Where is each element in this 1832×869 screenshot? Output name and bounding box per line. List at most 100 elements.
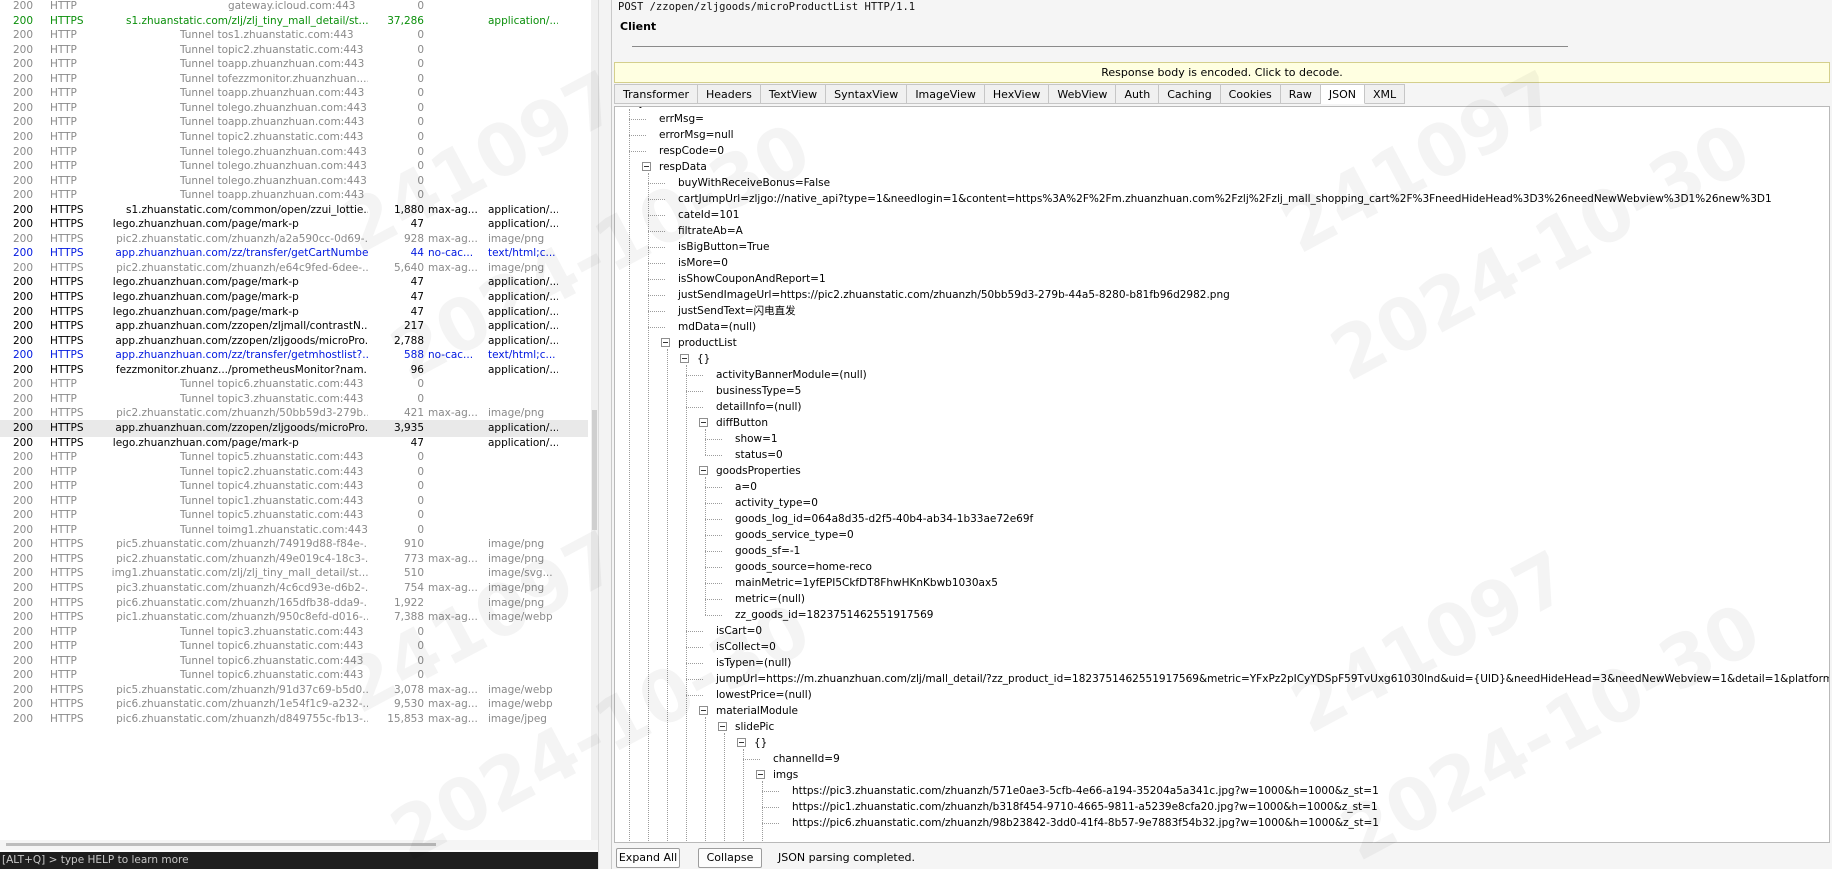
tree-connector — [705, 439, 722, 440]
json-node[interactable]: detailInfo=(null) — [716, 399, 802, 415]
json-node[interactable]: isCollect=0 — [716, 639, 776, 655]
json-node[interactable]: lowestPrice=(null) — [716, 687, 812, 703]
tree-connector — [648, 279, 665, 280]
tab-transformer[interactable]: Transformer — [614, 84, 699, 104]
collapse-toggle-icon[interactable] — [623, 106, 632, 107]
collapse-toggle-icon[interactable] — [699, 706, 708, 715]
session-body: 15,853 — [387, 712, 424, 725]
tab-auth[interactable]: Auth — [1116, 84, 1160, 104]
json-node[interactable]: https://pic6.zhuanstatic.com/zhuanzh/98b… — [792, 815, 1379, 831]
json-node[interactable]: filtrateAb=A — [678, 223, 743, 239]
json-node[interactable]: jumpUrl=https://m.zhuanzhuan.com/zlj/mal… — [716, 671, 1829, 687]
json-node[interactable]: respData — [659, 159, 707, 175]
tree-connector — [648, 327, 665, 328]
tree-connector — [648, 173, 649, 842]
json-node[interactable]: isShowCouponAndReport=1 — [678, 271, 826, 287]
scrollbar-thumb[interactable] — [6, 843, 436, 846]
collapse-toggle-icon[interactable] — [680, 354, 689, 363]
json-status-text: JSON parsing completed. — [778, 851, 915, 864]
json-node[interactable]: {} — [697, 351, 710, 367]
tab-syntaxview[interactable]: SyntaxView — [826, 84, 908, 104]
json-node[interactable]: imgs — [773, 767, 798, 783]
pane-splitter[interactable] — [598, 0, 612, 869]
tree-connector — [762, 807, 779, 808]
tree-connector — [705, 487, 722, 488]
json-node[interactable]: materialModule — [716, 703, 798, 719]
client-label: Client — [620, 20, 657, 33]
tree-connector — [762, 781, 763, 842]
json-node[interactable]: goodsProperties — [716, 463, 801, 479]
json-node[interactable]: goods_sf=-1 — [735, 543, 800, 559]
json-node[interactable]: goods_source=home-reco — [735, 559, 872, 575]
json-node[interactable]: mdData=(null) — [678, 319, 756, 335]
collapse-toggle-icon[interactable] — [642, 162, 651, 171]
tab-caching[interactable]: Caching — [1159, 84, 1221, 104]
expand-all-button[interactable]: Expand All — [616, 848, 680, 868]
json-node[interactable]: {} — [754, 735, 767, 751]
json-node[interactable]: businessType=5 — [716, 383, 801, 399]
tab-headers[interactable]: Headers — [698, 84, 761, 104]
json-node[interactable]: isBigButton=True — [678, 239, 769, 255]
collapse-toggle-icon[interactable] — [699, 466, 708, 475]
json-node[interactable]: goods_service_type=0 — [735, 527, 854, 543]
json-node[interactable]: justSendText=闪电直发 — [678, 303, 796, 319]
json-node[interactable]: channelId=9 — [773, 751, 840, 767]
collapse-button[interactable]: Collapse — [698, 848, 762, 868]
tab-textview[interactable]: TextView — [760, 84, 827, 104]
json-node[interactable]: diffButton — [716, 415, 768, 431]
quickexec-box[interactable]: [ALT+Q] > type HELP to learn more — [0, 852, 598, 869]
json-node[interactable]: a=0 — [735, 479, 757, 495]
json-node[interactable]: isMore=0 — [678, 255, 728, 271]
tree-connector — [705, 429, 706, 455]
json-node[interactable]: productList — [678, 335, 737, 351]
session-row[interactable]: 200 HTTPS pic6.zhuanstatic.com/zhuanzh/d84… — [0, 711, 588, 728]
collapse-toggle-icon[interactable] — [756, 770, 765, 779]
tree-connector — [705, 717, 706, 842]
json-node[interactable]: slidePic — [735, 719, 774, 735]
json-node[interactable]: errorMsg=null — [659, 127, 734, 143]
tree-connector — [705, 599, 722, 600]
tree-connector — [686, 375, 703, 376]
tree-connector — [705, 535, 722, 536]
decode-body-bar[interactable]: Response body is encoded. Click to decod… — [614, 62, 1830, 83]
json-node[interactable]: goods_log_id=064a8d35-d2f5-40b4-ab34-1b3… — [735, 511, 1033, 527]
tab-json[interactable]: JSON — [1320, 84, 1366, 104]
json-node[interactable]: https://pic1.zhuanstatic.com/zhuanzh/b31… — [792, 799, 1378, 815]
json-node[interactable]: isTypen=(null) — [716, 655, 791, 671]
tab-imageview[interactable]: ImageView — [907, 84, 985, 104]
tab-cookies[interactable]: Cookies — [1220, 84, 1281, 104]
json-node[interactable]: https://pic3.zhuanstatic.com/zhuanzh/571… — [792, 783, 1379, 799]
tree-connector — [686, 391, 703, 392]
json-node[interactable]: cartJumpUrl=zljgo://native_api?type=1&ne… — [678, 191, 1772, 207]
tab-webview[interactable]: WebView — [1049, 84, 1117, 104]
tab-hexview[interactable]: HexView — [984, 84, 1050, 104]
collapse-toggle-icon[interactable] — [737, 738, 746, 747]
json-node[interactable]: activity_type=0 — [735, 495, 818, 511]
json-node[interactable]: justSendImageUrl=https://pic2.zhuanstati… — [678, 287, 1230, 303]
json-node[interactable]: respCode=0 — [659, 143, 724, 159]
json-node[interactable]: mainMetric=1yfEPI5CkfDT8FhwHKnKbwb1030ax… — [735, 575, 998, 591]
json-node[interactable]: metric=(null) — [735, 591, 805, 607]
json-node[interactable]: activityBannerModule=(null) — [716, 367, 867, 383]
tree-connector — [629, 135, 646, 136]
tree-connector — [705, 519, 722, 520]
tab-xml[interactable]: XML — [1365, 84, 1406, 104]
json-node[interactable]: show=1 — [735, 431, 778, 447]
json-node[interactable]: buyWithReceiveBonus=False — [678, 175, 830, 191]
collapse-toggle-icon[interactable] — [718, 722, 727, 731]
fiddler-window: 200 HTTP gateway.icloud.com:443 0 200 HTTPS s1… — [0, 0, 1832, 869]
json-node[interactable]: isCart=0 — [716, 623, 762, 639]
session-result: 200 — [13, 712, 34, 725]
json-node[interactable]: errMsg= — [659, 111, 704, 127]
collapse-toggle-icon[interactable] — [661, 338, 670, 347]
tree-connector — [705, 455, 722, 456]
session-list-horizontal-scrollbar[interactable] — [0, 840, 598, 850]
scrollbar-thumb[interactable] — [592, 410, 597, 530]
session-host: pic6.zhuanstatic.com — [116, 712, 228, 725]
json-node[interactable]: cateId=101 — [678, 207, 739, 223]
tab-raw[interactable]: Raw — [1280, 84, 1321, 104]
json-node[interactable]: status=0 — [735, 447, 783, 463]
collapse-toggle-icon[interactable] — [699, 418, 708, 427]
json-node[interactable]: zz_goods_id=1823751462551917569 — [735, 607, 933, 623]
session-list-vertical-scrollbar[interactable] — [591, 0, 598, 840]
